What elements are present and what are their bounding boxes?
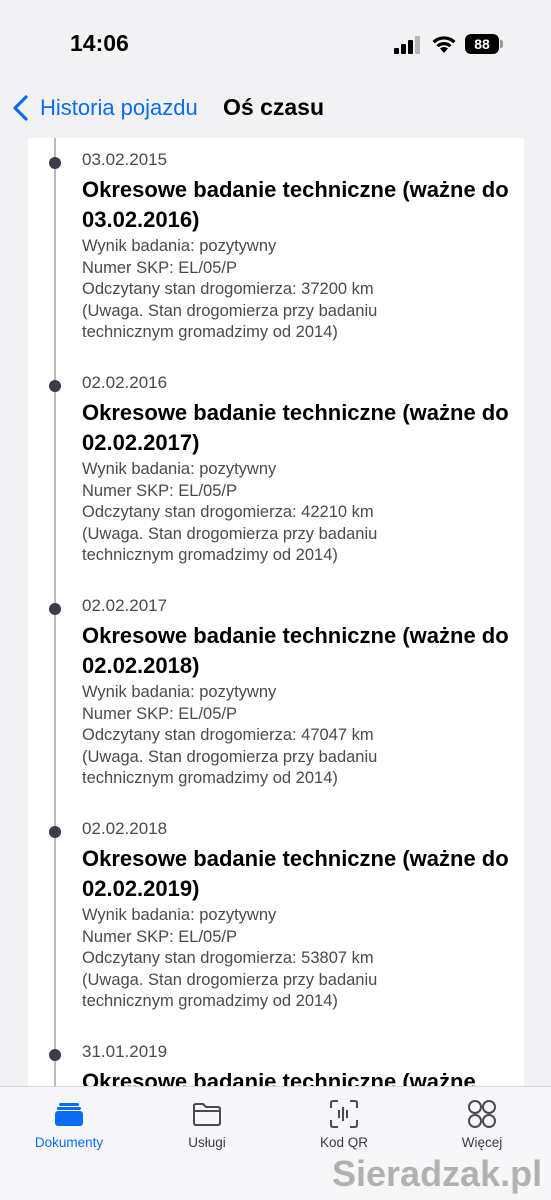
navigation-bar: Historia pojazdu Oś czasu [0,80,551,138]
entry-note: (Uwaga. Stan drogomierza przy badaniu [82,747,378,766]
page-title: Oś czasu [223,94,324,120]
tab-label: Dokumenty [34,1135,104,1150]
timeline-dot [49,826,61,838]
entry-title: Okresowe badanie techniczne (ważne [82,1069,476,1086]
entry-date: 02.02.2018 [82,819,168,838]
entry-odometer: Odczytany stan drogomierza: 37200 km [82,280,374,298]
entry-note: technicznym gromadzimy od 2014) [82,992,338,1010]
entry-date: 02.02.2017 [82,596,168,615]
entry-odometer: Odczytany stan drogomierza: 47047 km [82,726,374,744]
entry-note: technicznym gromadzimy od 2014) [82,769,338,787]
entry-title: Okresowe badanie techniczne (ważne do 03… [82,177,509,232]
qr-scan-icon [330,1100,358,1128]
tab-label: Więcej [461,1135,503,1150]
entry-note: technicznym gromadzimy od 2014) [82,323,338,341]
battery-cap [500,40,503,48]
folder-icon [193,1103,221,1126]
cellular-signal-icon [394,36,420,54]
entry-skp: Numer SKP: EL/05/P [82,481,237,500]
entry-details: Wynik badania: pozytywny Numer SKP: EL/0… [82,459,512,567]
entry-details: Wynik badania: pozytywny Numer SKP: EL/0… [82,905,512,1013]
timeline-dot [49,157,61,169]
entry-title: Okresowe badanie techniczne (ważne do 02… [82,400,509,455]
entry-result: Wynik badania: pozytywny [82,237,277,255]
entry-result: Wynik badania: pozytywny [82,683,277,701]
tab-uslugi[interactable]: Usługi [152,1097,262,1157]
timeline-list[interactable]: 03.02.2015 Okresowe badanie techniczne (… [28,138,524,1086]
entry-result: Wynik badania: pozytywny [82,460,277,478]
entry-title: Okresowe badanie techniczne (ważne do 02… [82,846,509,901]
tab-label: Kod QR [319,1135,369,1150]
entry-details: Wynik badania: pozytywny Numer SKP: EL/0… [82,682,512,790]
entry-note: (Uwaga. Stan drogomierza przy badaniu [82,970,378,989]
timeline-dot [49,380,61,392]
status-bar: 14:06 88 [0,0,551,80]
status-time: 14:06 [70,30,129,56]
entry-skp: Numer SKP: EL/05/P [82,704,237,723]
entry-skp: Numer SKP: EL/05/P [82,258,237,277]
grid-icon [468,1100,496,1128]
entry-odometer: Odczytany stan drogomierza: 53807 km [82,949,374,967]
entry-skp: Numer SKP: EL/05/P [82,927,237,946]
folder-stack-icon [55,1103,83,1126]
tab-wiecej[interactable]: Więcej [427,1097,537,1157]
entry-date: 31.01.2019 [82,1042,168,1061]
back-label: Historia pojazdu [40,95,198,120]
back-button[interactable]: Historia pojazdu [10,92,198,124]
tab-label: Usługi [188,1135,226,1150]
battery-indicator: 88 [465,34,499,54]
timeline-dot [49,1049,61,1061]
timeline-dot [49,603,61,615]
tab-kod-qr[interactable]: Kod QR [289,1097,399,1157]
entry-note: (Uwaga. Stan drogomierza przy badaniu [82,524,378,543]
entry-details: Wynik badania: pozytywny Numer SKP: EL/0… [82,236,512,344]
chevron-left-icon [13,95,28,121]
tab-dokumenty[interactable]: Dokumenty [14,1097,124,1157]
entry-result: Wynik badania: pozytywny [82,906,277,924]
entry-title: Okresowe badanie techniczne (ważne do 02… [82,623,509,678]
entry-note: (Uwaga. Stan drogomierza przy badaniu [82,301,378,320]
watermark: Sieradzak.pl [332,1153,543,1194]
entry-date: 02.02.2016 [82,373,168,392]
entry-date: 03.02.2015 [82,150,168,169]
entry-odometer: Odczytany stan drogomierza: 42210 km [82,503,374,521]
wifi-icon [432,36,456,53]
entry-note: technicznym gromadzimy od 2014) [82,546,338,564]
